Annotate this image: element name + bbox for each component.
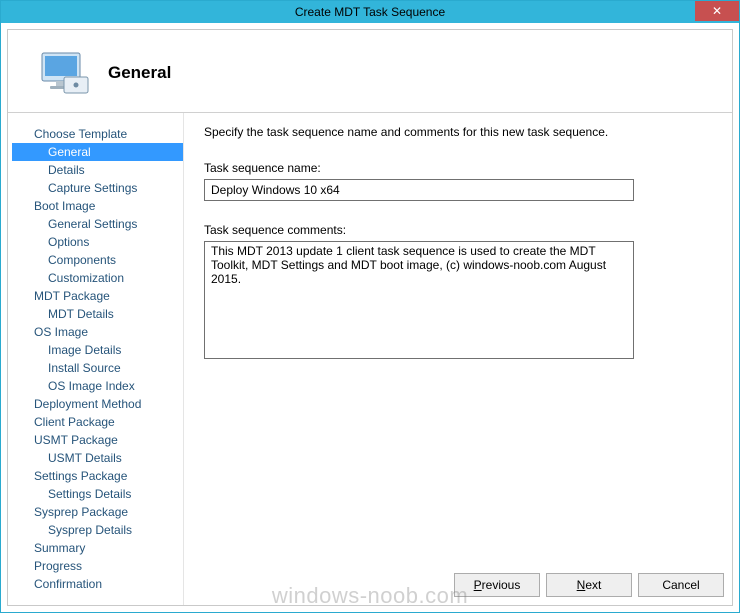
next-button[interactable]: Next bbox=[546, 573, 632, 597]
window-title: Create MDT Task Sequence bbox=[295, 5, 445, 19]
nav-item-summary[interactable]: Summary bbox=[12, 539, 183, 557]
task-comments-input[interactable] bbox=[204, 241, 634, 359]
wizard-content: Specify the task sequence name and comme… bbox=[183, 113, 732, 605]
cancel-button[interactable]: Cancel bbox=[638, 573, 724, 597]
nav-item-settings-details[interactable]: Settings Details bbox=[12, 485, 183, 503]
wizard-header: General bbox=[8, 30, 732, 112]
wizard-buttons: Previous Next Cancel bbox=[454, 573, 724, 597]
close-icon: ✕ bbox=[712, 4, 722, 18]
nav-item-usmt-package[interactable]: USMT Package bbox=[12, 431, 183, 449]
nav-item-os-image[interactable]: OS Image bbox=[12, 323, 183, 341]
nav-item-progress[interactable]: Progress bbox=[12, 557, 183, 575]
nav-item-general[interactable]: General bbox=[12, 143, 183, 161]
nav-item-sysprep-details[interactable]: Sysprep Details bbox=[12, 521, 183, 539]
task-comments-label: Task sequence comments: bbox=[204, 223, 706, 237]
wizard-body: Choose TemplateGeneralDetailsCapture Set… bbox=[8, 113, 732, 605]
nav-item-mdt-details[interactable]: MDT Details bbox=[12, 305, 183, 323]
nav-item-mdt-package[interactable]: MDT Package bbox=[12, 287, 183, 305]
nav-item-install-source[interactable]: Install Source bbox=[12, 359, 183, 377]
inner-frame: General Choose TemplateGeneralDetailsCap… bbox=[7, 29, 733, 606]
wizard-sidebar: Choose TemplateGeneralDetailsCapture Set… bbox=[8, 113, 183, 605]
nav-item-image-details[interactable]: Image Details bbox=[12, 341, 183, 359]
nav-item-confirmation[interactable]: Confirmation bbox=[12, 575, 183, 593]
nav-item-sysprep-package[interactable]: Sysprep Package bbox=[12, 503, 183, 521]
nav-item-deployment-method[interactable]: Deployment Method bbox=[12, 395, 183, 413]
nav-item-boot-image[interactable]: Boot Image bbox=[12, 197, 183, 215]
titlebar: Create MDT Task Sequence ✕ bbox=[1, 1, 739, 23]
nav-item-choose-template[interactable]: Choose Template bbox=[12, 125, 183, 143]
wizard-window: Create MDT Task Sequence ✕ General Choos… bbox=[0, 0, 740, 613]
task-name-input[interactable] bbox=[204, 179, 634, 201]
nav-item-customization[interactable]: Customization bbox=[12, 269, 183, 287]
close-button[interactable]: ✕ bbox=[695, 1, 739, 21]
nav-item-options[interactable]: Options bbox=[12, 233, 183, 251]
computer-icon bbox=[38, 47, 90, 99]
nav-item-components[interactable]: Components bbox=[12, 251, 183, 269]
instruction-text: Specify the task sequence name and comme… bbox=[204, 125, 706, 139]
nav-item-capture-settings[interactable]: Capture Settings bbox=[12, 179, 183, 197]
nav-item-os-image-index[interactable]: OS Image Index bbox=[12, 377, 183, 395]
nav-item-client-package[interactable]: Client Package bbox=[12, 413, 183, 431]
previous-button[interactable]: Previous bbox=[454, 573, 540, 597]
nav-item-general-settings[interactable]: General Settings bbox=[12, 215, 183, 233]
nav-item-details[interactable]: Details bbox=[12, 161, 183, 179]
nav-item-usmt-details[interactable]: USMT Details bbox=[12, 449, 183, 467]
nav-item-settings-package[interactable]: Settings Package bbox=[12, 467, 183, 485]
task-name-label: Task sequence name: bbox=[204, 161, 706, 175]
page-title: General bbox=[108, 63, 171, 83]
